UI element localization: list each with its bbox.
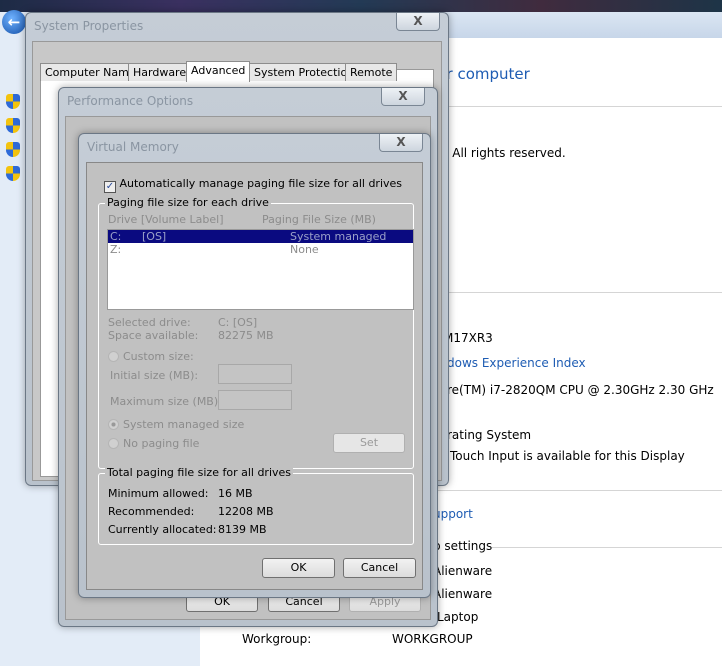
minimum-allowed-value: 16 MB <box>218 487 253 500</box>
desktop-top-strip <box>0 0 722 12</box>
processor-value: re(TM) i7-2820QM CPU @ 2.30GHz 2.30 GHz <box>447 383 714 397</box>
initial-size-label: Initial size (MB): <box>110 369 199 382</box>
close-button[interactable]: X <box>396 13 440 31</box>
shield-icon <box>6 94 20 109</box>
shield-icon <box>6 166 20 181</box>
divider <box>492 547 722 548</box>
drive-list[interactable]: C: [OS] System managed Z: None <box>107 229 414 310</box>
no-paging-label: No paging file <box>123 437 200 450</box>
support-link[interactable]: upport <box>433 507 473 521</box>
tab-system-protection[interactable]: System Protection <box>249 63 360 81</box>
set-button[interactable]: Set <box>333 433 405 453</box>
auto-manage-checkbox[interactable]: ✓ Automatically manage paging file size … <box>104 177 402 193</box>
drive-label: [OS] <box>142 230 167 243</box>
selected-drive-label: Selected drive: <box>108 316 191 329</box>
tab-hardware[interactable]: Hardware <box>128 63 192 81</box>
divider <box>437 292 722 293</box>
system-managed-radio[interactable]: System managed size <box>108 418 244 431</box>
dialog-body: ✓ Automatically manage paging file size … <box>86 162 423 590</box>
currently-allocated-label: Currently allocated: <box>108 523 217 536</box>
recommended-label: Recommended: <box>108 505 195 518</box>
drive-size: None <box>290 243 319 256</box>
drive-letter: Z: <box>110 243 122 256</box>
model-value: M17XR3 <box>443 331 493 345</box>
total-paging-group: Total paging file size for all drives Mi… <box>98 466 414 545</box>
windows-experience-index-link[interactable]: dows Experience Index <box>447 356 586 370</box>
radio-icon <box>108 351 119 362</box>
custom-size-radio[interactable]: Custom size: <box>108 350 194 363</box>
custom-size-label: Custom size: <box>123 350 194 363</box>
shield-icon <box>6 118 20 133</box>
virtual-memory-window: Virtual Memory X ✓ Automatically manage … <box>78 133 431 598</box>
space-available-value: 82275 MB <box>218 329 274 342</box>
shield-icon <box>6 142 20 157</box>
computer-description-value: Laptop <box>437 610 479 624</box>
maximum-size-input[interactable] <box>218 390 292 410</box>
system-managed-label: System managed size <box>123 418 245 431</box>
workgroup-value: WORKGROUP <box>392 632 473 646</box>
close-button[interactable]: X <box>379 134 423 152</box>
workgroup-label: Workgroup: <box>242 632 312 646</box>
window-title: System Properties <box>34 19 144 33</box>
tab-computer-name[interactable]: Computer Name <box>40 63 141 81</box>
drive-letter: C: <box>110 230 122 243</box>
group-label: Total paging file size for all drives <box>105 466 294 479</box>
recommended-value: 12208 MB <box>218 505 274 518</box>
column-drive: Drive [Volume Label] <box>108 213 224 226</box>
group-label: Paging file size for each drive <box>105 196 271 209</box>
minimum-allowed-label: Minimum allowed: <box>108 487 209 500</box>
drive-row[interactable]: Z: None <box>108 243 413 256</box>
cancel-button[interactable]: Cancel <box>343 558 416 578</box>
drive-row[interactable]: C: [OS] System managed <box>108 230 413 243</box>
space-available-label: Space available: <box>108 329 199 342</box>
computer-name-value: Alienware <box>433 564 493 578</box>
full-computer-name-value: Alienware <box>433 587 493 601</box>
selected-drive-value: C: [OS] <box>218 316 258 329</box>
auto-manage-label: Automatically manage paging file size fo… <box>119 177 403 190</box>
tab-advanced[interactable]: Advanced <box>186 61 251 82</box>
ok-button[interactable]: OK <box>262 558 335 578</box>
column-size: Paging File Size (MB) <box>262 213 376 226</box>
initial-size-input[interactable] <box>218 364 292 384</box>
pen-touch-value: Touch Input is available for this Displa… <box>450 449 685 463</box>
tab-remote[interactable]: Remote <box>345 63 398 81</box>
checkmark-icon: ✓ <box>104 181 116 193</box>
system-type-value: rating System <box>447 428 532 442</box>
maximum-size-label: Maximum size (MB): <box>110 395 222 408</box>
divider <box>437 106 722 107</box>
divider <box>433 490 722 491</box>
drive-size: System managed <box>290 230 387 243</box>
back-arrow-icon[interactable]: ← <box>2 10 26 34</box>
window-title: Performance Options <box>67 94 194 108</box>
settings-section-heading: p settings <box>433 539 493 553</box>
radio-icon <box>108 438 119 449</box>
radio-selected-icon <box>108 419 119 430</box>
no-paging-radio[interactable]: No paging file <box>108 437 199 450</box>
close-button[interactable]: X <box>381 88 425 106</box>
copyright-text: n. All rights reserved. <box>437 146 566 160</box>
paging-each-drive-group: Paging file size for each drive Drive [V… <box>98 196 414 469</box>
currently-allocated-value: 8139 MB <box>218 523 267 536</box>
page-heading: ur computer <box>437 65 530 83</box>
window-title: Virtual Memory <box>87 140 179 154</box>
